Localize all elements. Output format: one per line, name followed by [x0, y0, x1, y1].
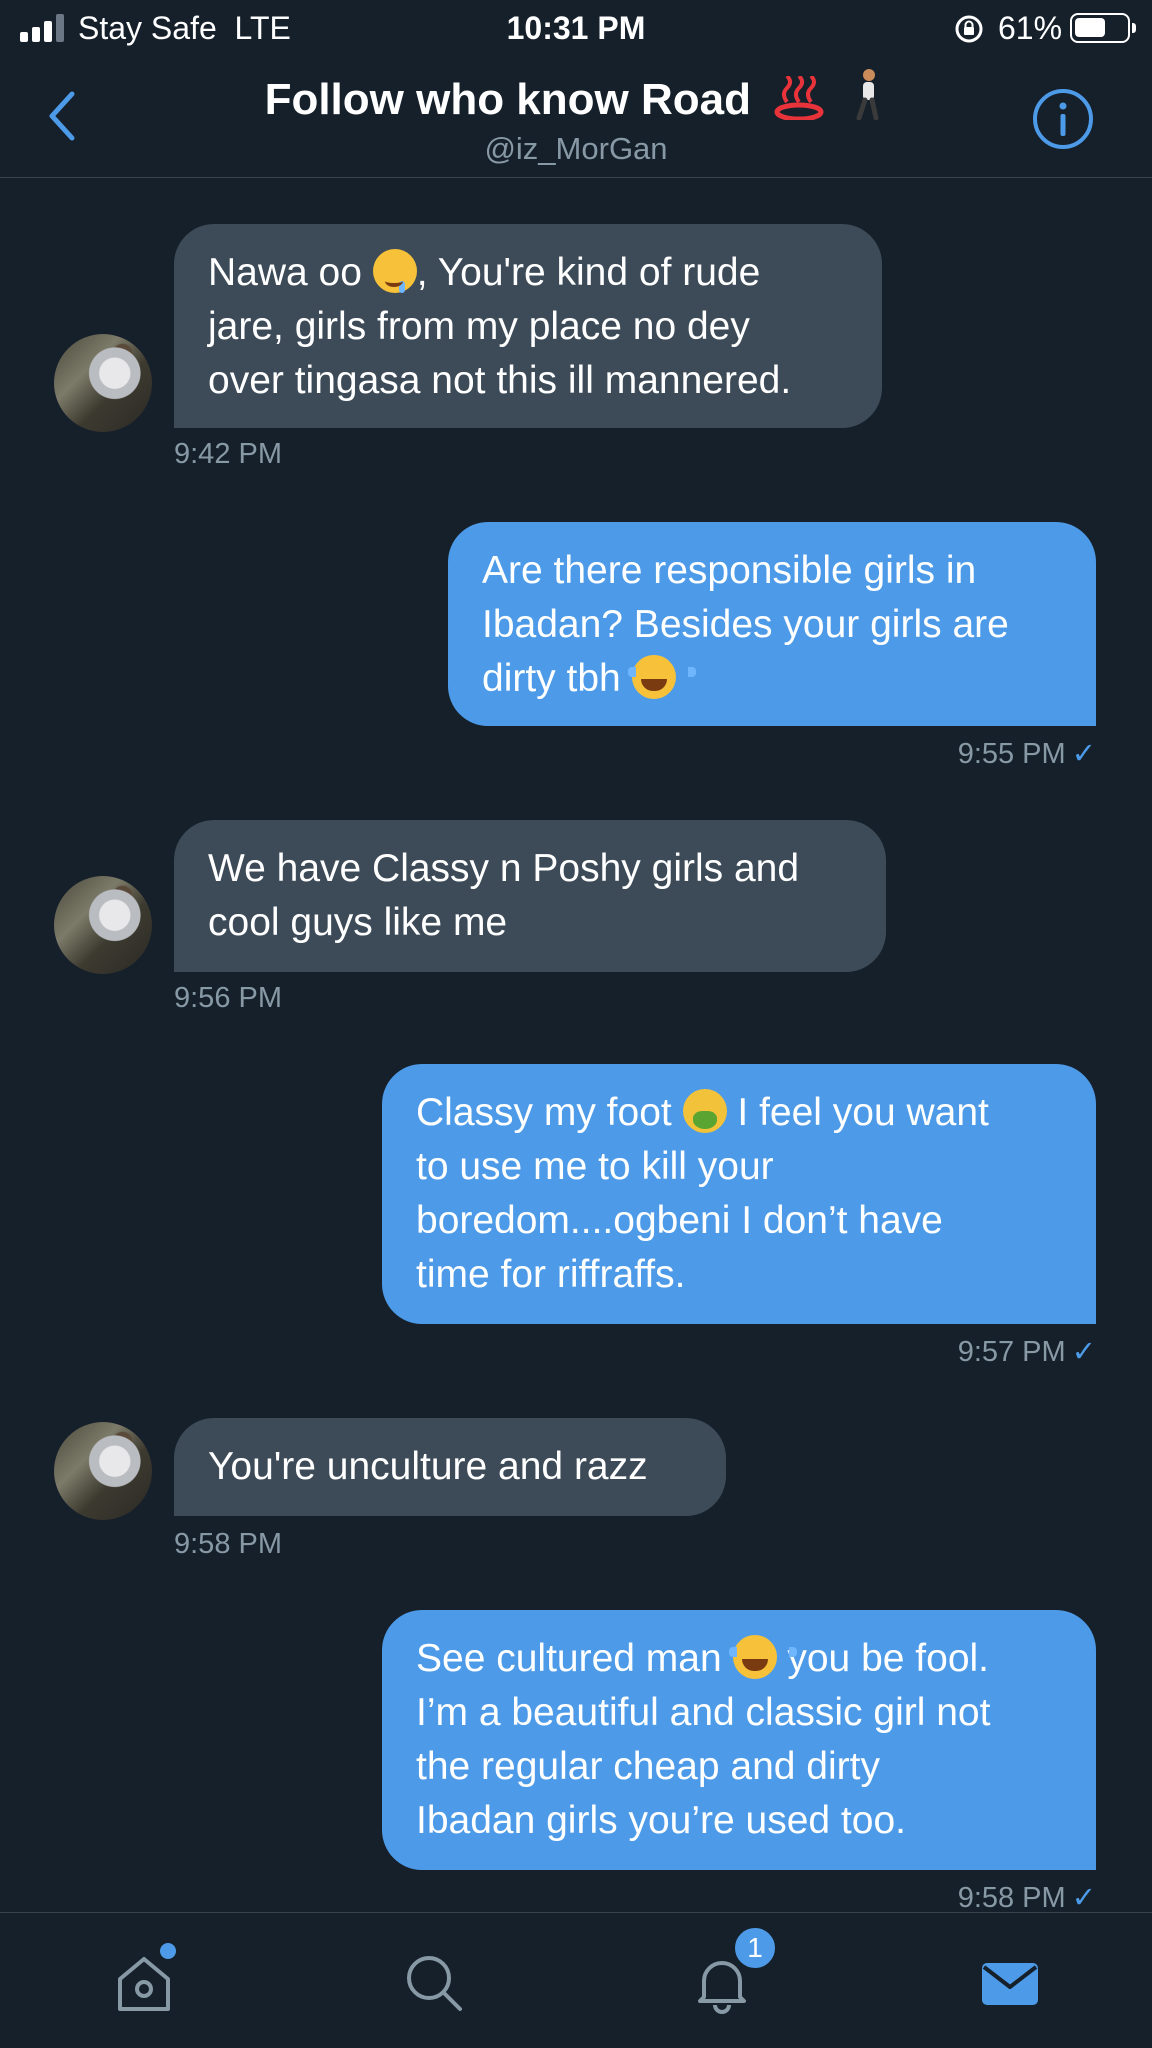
- message-bubble-incoming[interactable]: Nawa oo , You're kind of rude jare, girl…: [174, 224, 882, 428]
- message-timestamp-row: 9:58 PM ✓: [958, 1880, 1096, 1915]
- avatar[interactable]: [54, 1422, 152, 1520]
- tab-notifications[interactable]: 1: [690, 1925, 778, 2015]
- message-line: over tingasa not this ill mannered.: [208, 359, 792, 402]
- search-icon: [407, 1956, 462, 2011]
- message-timestamp-row: 9:57 PM ✓: [958, 1334, 1096, 1369]
- conversation-title-block[interactable]: Follow who know Road @iz_MorGan: [0, 68, 1152, 167]
- message-timestamp: 9:56 PM: [174, 982, 282, 1014]
- message-line: Are there responsible girls in: [482, 549, 977, 592]
- message-line: See cultured man you be fool.: [416, 1632, 1062, 1686]
- battery-percentage: 61%: [998, 10, 1063, 46]
- message-bubble-outgoing[interactable]: Classy my foot I feel you want to use me…: [382, 1064, 1096, 1324]
- tears-of-joy-emoji-icon: [627, 655, 696, 699]
- home-icon: [118, 1957, 170, 2011]
- message-timestamp: 9:58 PM: [174, 1528, 282, 1560]
- message-text: Classy my foot: [416, 1091, 672, 1134]
- info-icon[interactable]: [1032, 88, 1094, 150]
- message-timestamp: 9:42 PM: [174, 438, 282, 470]
- message-line: boredom....ogbeni I don’t have: [416, 1199, 943, 1242]
- sent-check-icon: ✓: [1071, 738, 1096, 770]
- message-text: See cultured man: [416, 1637, 722, 1680]
- message-line: Nawa oo , You're kind of rude: [208, 246, 848, 300]
- sent-check-icon: ✓: [1071, 1882, 1096, 1914]
- message-text: you be fool.: [776, 1637, 990, 1680]
- message-bubble-outgoing[interactable]: Are there responsible girls in Ibadan? B…: [448, 522, 1096, 726]
- message-text: I feel you want: [726, 1091, 989, 1134]
- bottom-tab-bar: 1: [0, 1912, 1152, 2048]
- message-bubble-outgoing[interactable]: See cultured man you be fool. I’m a beau…: [382, 1610, 1096, 1870]
- conversation-title-text: Follow who know Road: [264, 75, 751, 124]
- message-bubble-incoming[interactable]: You're unculture and razz: [174, 1418, 726, 1516]
- message-line: Ibadan? Besides your girls are: [482, 603, 1009, 646]
- hot-springs-emoji-icon: [774, 76, 824, 120]
- orientation-lock-icon: [955, 15, 983, 43]
- message-line: the regular cheap and dirty: [416, 1745, 880, 1788]
- message-line: I’m a beautiful and classic girl not: [416, 1691, 991, 1734]
- message-line: Classy my foot I feel you want: [416, 1086, 1062, 1140]
- message-timestamp-row: 9:55 PM ✓: [958, 736, 1096, 771]
- conversation-handle: @iz_MorGan: [484, 131, 668, 166]
- message-line: We have Classy n Poshy girls and: [208, 847, 800, 890]
- message-line: You're unculture and razz: [208, 1445, 648, 1488]
- walking-person-emoji-icon: [856, 69, 879, 120]
- message-line: time for riffraffs.: [416, 1253, 686, 1296]
- message-bubble-incoming[interactable]: We have Classy n Poshy girls and cool gu…: [174, 820, 886, 972]
- home-unread-dot: [160, 1943, 176, 1959]
- battery-icon: [1070, 13, 1136, 43]
- message-line: jare, girls from my place no dey: [208, 305, 750, 348]
- message-line: Ibadan girls you’re used too.: [416, 1799, 906, 1842]
- mail-icon: [982, 1963, 1038, 2005]
- vomiting-face-emoji-icon: [682, 1089, 727, 1133]
- message-timestamp: 9:57 PM: [957, 1336, 1066, 1368]
- message-line: dirty tbh: [482, 652, 1062, 706]
- tab-home[interactable]: [112, 1943, 176, 2015]
- message-line: cool guys like me: [208, 901, 508, 944]
- message-timestamp: 9:58 PM: [957, 1882, 1066, 1914]
- tears-of-joy-emoji-icon: [728, 1635, 797, 1679]
- avatar[interactable]: [54, 334, 152, 432]
- message-text: Nawa oo: [208, 251, 362, 294]
- status-bar: Stay Safe LTE 10:31 PM 61%: [0, 0, 1152, 58]
- sent-check-icon: ✓: [1071, 1336, 1096, 1368]
- conversation-header: Follow who know Road @iz_MorGan: [0, 58, 1152, 178]
- message-timestamp: 9:55 PM: [957, 738, 1066, 770]
- tab-search[interactable]: [402, 1951, 466, 2015]
- message-text: dirty tbh: [482, 657, 621, 700]
- message-text: , You're kind of rude: [416, 251, 761, 294]
- conversation-title: Follow who know Road: [0, 68, 1152, 125]
- notifications-badge: 1: [732, 1925, 778, 1971]
- tab-messages[interactable]: [978, 1951, 1042, 2015]
- dm-conversation-screen: Stay Safe LTE 10:31 PM 61% Follow who kn…: [0, 0, 1152, 2048]
- drooling-face-emoji-icon: [372, 249, 417, 293]
- avatar[interactable]: [54, 876, 152, 974]
- message-line: to use me to kill your: [416, 1145, 774, 1188]
